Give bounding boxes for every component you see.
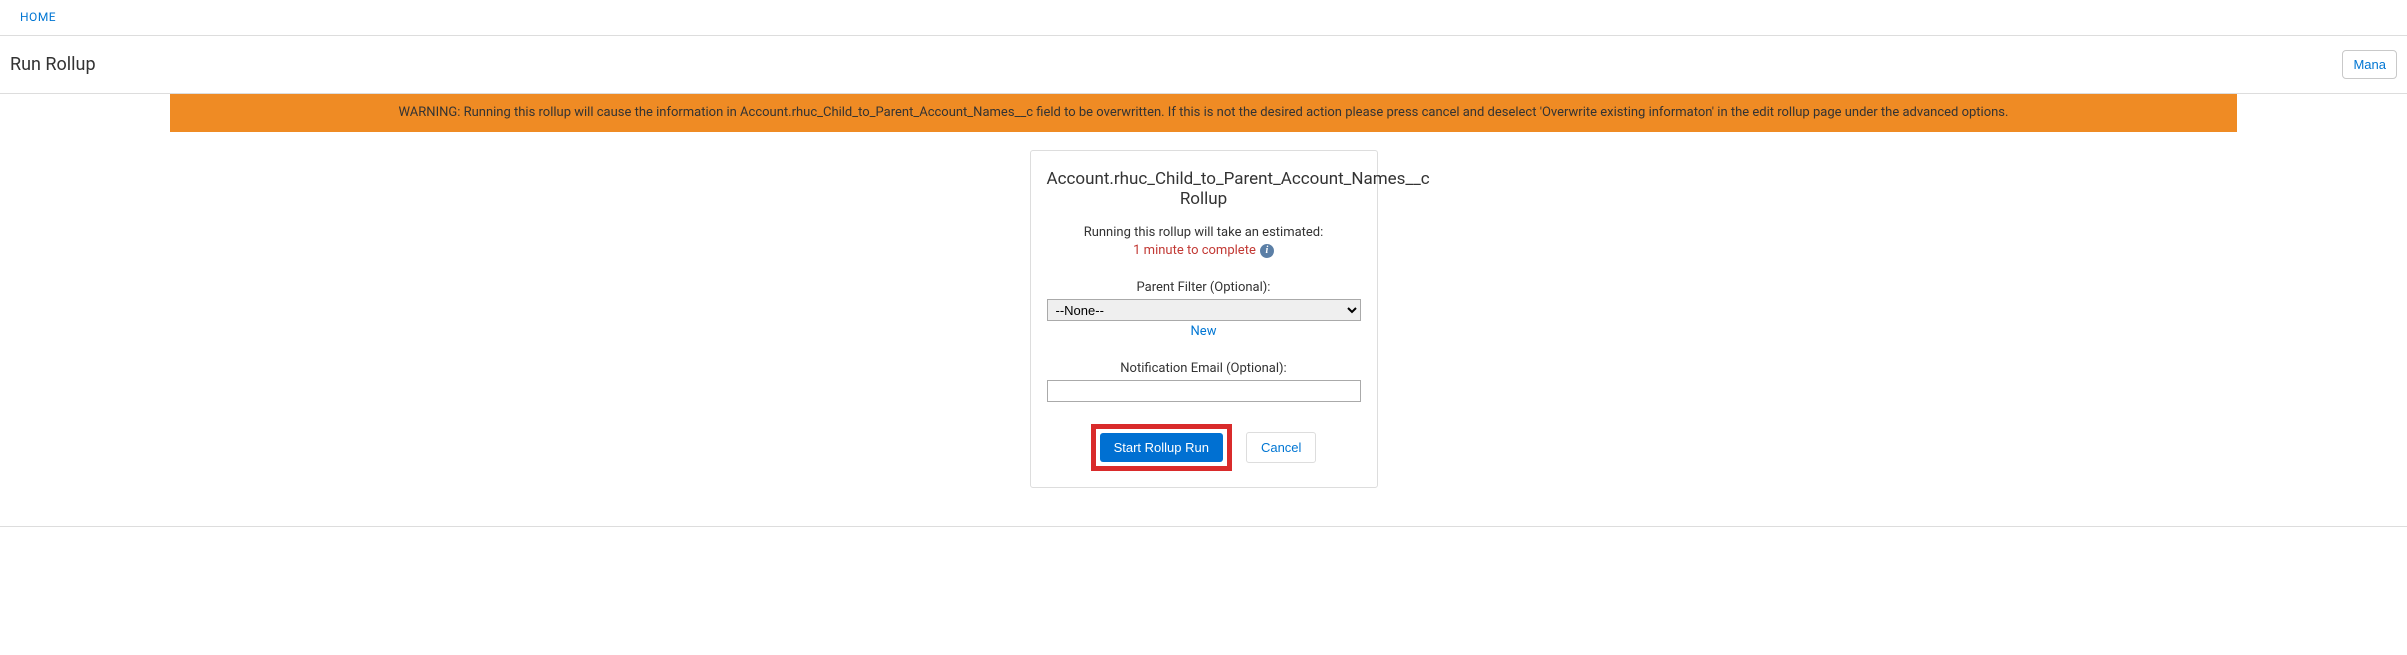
nav-bar: HOME: [0, 0, 2407, 36]
new-filter-link[interactable]: New: [1191, 324, 1217, 339]
notification-email-input[interactable]: [1047, 380, 1361, 402]
rollup-card: Account.rhuc_Child_to_Parent_Account_Nam…: [1030, 150, 1378, 488]
card-title: Account.rhuc_Child_to_Parent_Account_Nam…: [1047, 169, 1361, 209]
estimate-time-text: 1 minute to complete: [1133, 243, 1256, 258]
manage-button[interactable]: Mana: [2342, 50, 2397, 79]
info-icon[interactable]: i: [1260, 244, 1274, 258]
nav-home-link[interactable]: HOME: [20, 10, 56, 24]
start-rollup-run-button[interactable]: Start Rollup Run: [1100, 433, 1223, 462]
highlight-box: Start Rollup Run: [1091, 424, 1232, 471]
estimate-time: 1 minute to complete i: [1133, 243, 1274, 258]
content-area: WARNING: Running this rollup will cause …: [0, 94, 2407, 508]
cancel-button[interactable]: Cancel: [1246, 432, 1316, 463]
page-header: Run Rollup Mana: [0, 36, 2407, 94]
warning-banner: WARNING: Running this rollup will cause …: [170, 94, 2237, 132]
bottom-divider: [0, 526, 2407, 527]
page-title: Run Rollup: [10, 54, 96, 75]
button-row: Start Rollup Run Cancel: [1047, 424, 1361, 471]
notification-email-label: Notification Email (Optional):: [1047, 361, 1361, 376]
warning-wrapper: WARNING: Running this rollup will cause …: [0, 94, 2407, 132]
parent-filter-label: Parent Filter (Optional):: [1047, 280, 1361, 295]
estimate-label: Running this rollup will take an estimat…: [1047, 225, 1361, 240]
parent-filter-select[interactable]: --None--: [1047, 299, 1361, 321]
